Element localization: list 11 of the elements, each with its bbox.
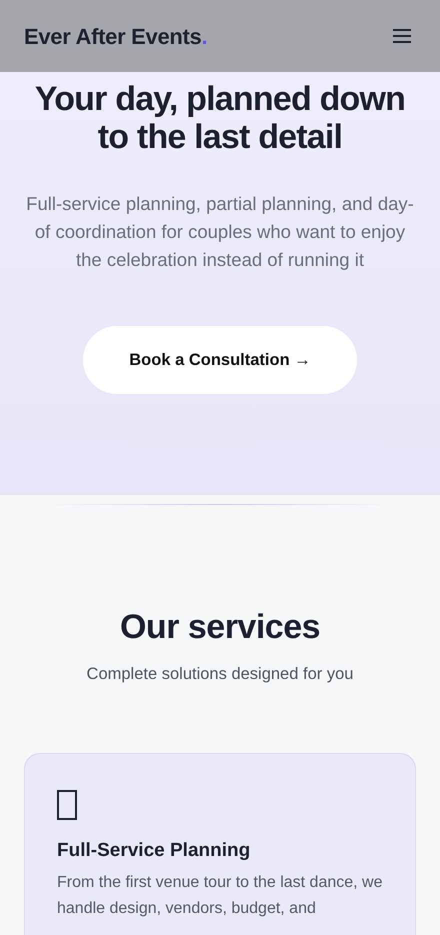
- section-subtitle: Complete solutions designed for you: [86, 664, 354, 685]
- card-text: From the first venue tour to the last dance, we handle design, vendors, budget, and: [57, 873, 383, 920]
- consultation-button[interactable]: Book a Consultation →: [83, 326, 357, 394]
- hero-subtitle: Full-service planning, partial planning, and day-of coordination for couples who want to enjoy the celebration instead of running it: [25, 192, 415, 272]
- section-title: Our services: [118, 607, 322, 648]
- missing-glyph-icon: [57, 790, 77, 820]
- hero-title: Your day, planned down to the last detail: [34, 80, 406, 156]
- menu-icon: [392, 28, 412, 44]
- brand-name[interactable]: Ever After Events: [24, 20, 202, 52]
- card-title: Full-Service Planning: [57, 840, 252, 862]
- brand-accent-dot: .: [202, 22, 208, 50]
